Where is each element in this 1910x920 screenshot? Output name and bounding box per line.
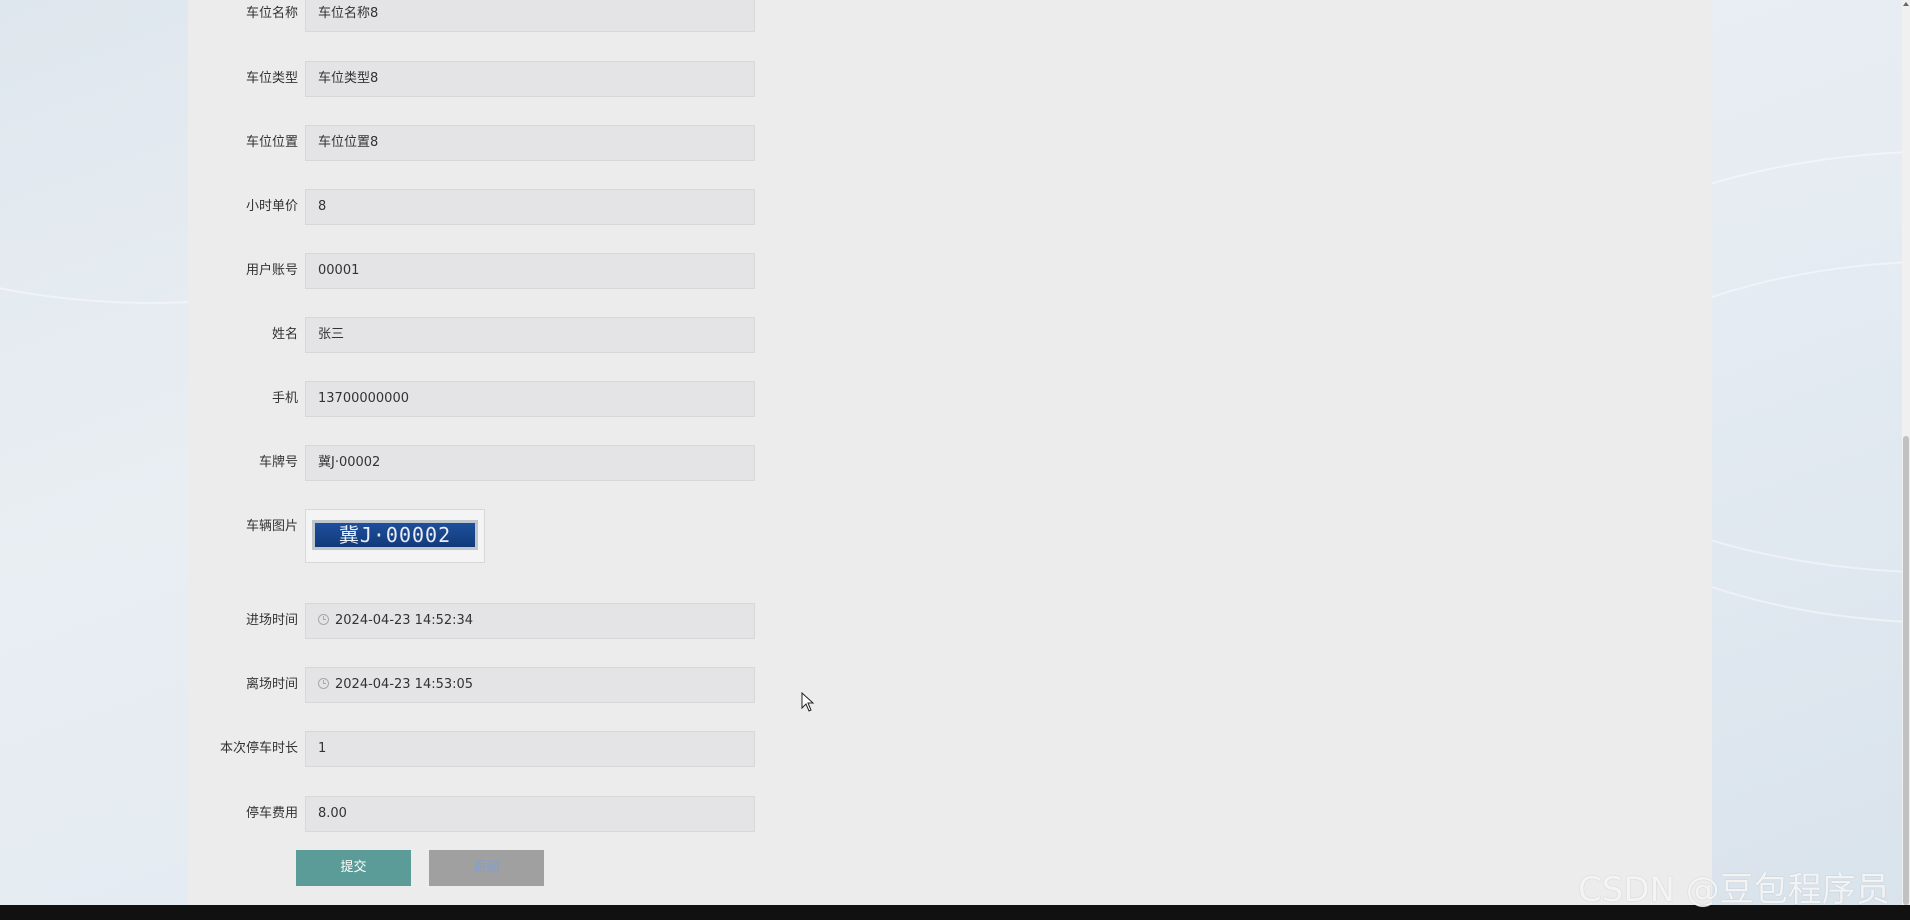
- form-row-phone: 手机 13700000000: [188, 381, 788, 417]
- form-row-duration: 本次停车时长 1: [188, 731, 788, 767]
- clock-icon: [318, 614, 329, 625]
- name-field[interactable]: 张三: [305, 317, 755, 353]
- field-label: 车位名称: [245, 6, 298, 21]
- form-row-name: 姓名 张三: [188, 317, 788, 353]
- parking-location-field[interactable]: 车位位置8: [305, 125, 755, 161]
- detail-form-panel: 车位名称 车位名称8 车位类型 车位类型8 车位位置 车位位置8 小时单价 8 …: [188, 0, 1712, 905]
- vertical-scrollbar[interactable]: [1902, 0, 1910, 905]
- user-account-field[interactable]: 00001: [305, 253, 755, 289]
- field-label: 小时单价: [245, 199, 298, 214]
- field-label: 车位位置: [245, 135, 298, 150]
- field-label: 车位类型: [245, 71, 298, 86]
- form-row-vehicle-image: 车辆图片 冀J·00002: [188, 509, 788, 563]
- back-button[interactable]: 返回: [429, 850, 544, 886]
- form-row-exit-time: 离场时间 2024-04-23 14:53:05: [188, 667, 788, 703]
- field-label: 车辆图片: [245, 519, 298, 534]
- exit-time-picker[interactable]: 2024-04-23 14:53:05: [305, 667, 755, 703]
- form-row-user-account: 用户账号 00001: [188, 253, 788, 289]
- parking-type-field[interactable]: 车位类型8: [305, 61, 755, 97]
- form-row-parking-type: 车位类型 车位类型8: [188, 61, 788, 97]
- form-row-hourly-price: 小时单价 8: [188, 189, 788, 225]
- field-label: 停车费用: [245, 806, 298, 821]
- mouse-cursor-icon: [801, 692, 815, 712]
- plate-number-field[interactable]: 冀J·00002: [305, 445, 755, 481]
- field-label: 车牌号: [258, 455, 298, 470]
- scrollbar-thumb[interactable]: [1903, 436, 1909, 905]
- field-label: 姓名: [271, 327, 298, 342]
- exit-time-value: 2024-04-23 14:53:05: [335, 677, 474, 692]
- parking-duration-field[interactable]: 1: [305, 731, 755, 767]
- submit-button[interactable]: 提交: [296, 850, 411, 886]
- scroll-up-icon[interactable]: [1903, 2, 1909, 6]
- watermark-text: CSDN @豆包程序员: [1578, 870, 1890, 910]
- phone-field[interactable]: 13700000000: [305, 381, 755, 417]
- entry-time-value: 2024-04-23 14:52:34: [335, 613, 474, 628]
- form-row-parking-name: 车位名称 车位名称8: [188, 0, 788, 32]
- form-row-parking-location: 车位位置 车位位置8: [188, 125, 788, 161]
- field-label: 本次停车时长: [219, 741, 298, 756]
- vehicle-image[interactable]: 冀J·00002: [305, 509, 485, 563]
- field-label: 用户账号: [245, 263, 298, 278]
- field-label: 离场时间: [245, 677, 298, 692]
- form-row-plate-number: 车牌号 冀J·00002: [188, 445, 788, 481]
- clock-icon: [318, 678, 329, 689]
- form-row-fee: 停车费用 8.00: [188, 796, 788, 832]
- form-row-entry-time: 进场时间 2024-04-23 14:52:34: [188, 603, 788, 639]
- field-label: 进场时间: [245, 613, 298, 628]
- field-label: 手机: [271, 391, 298, 406]
- parking-name-field[interactable]: 车位名称8: [305, 0, 755, 32]
- hourly-price-field[interactable]: 8: [305, 189, 755, 225]
- entry-time-picker[interactable]: 2024-04-23 14:52:34: [305, 603, 755, 639]
- parking-fee-field[interactable]: 8.00: [305, 796, 755, 832]
- license-plate-photo: 冀J·00002: [312, 520, 478, 550]
